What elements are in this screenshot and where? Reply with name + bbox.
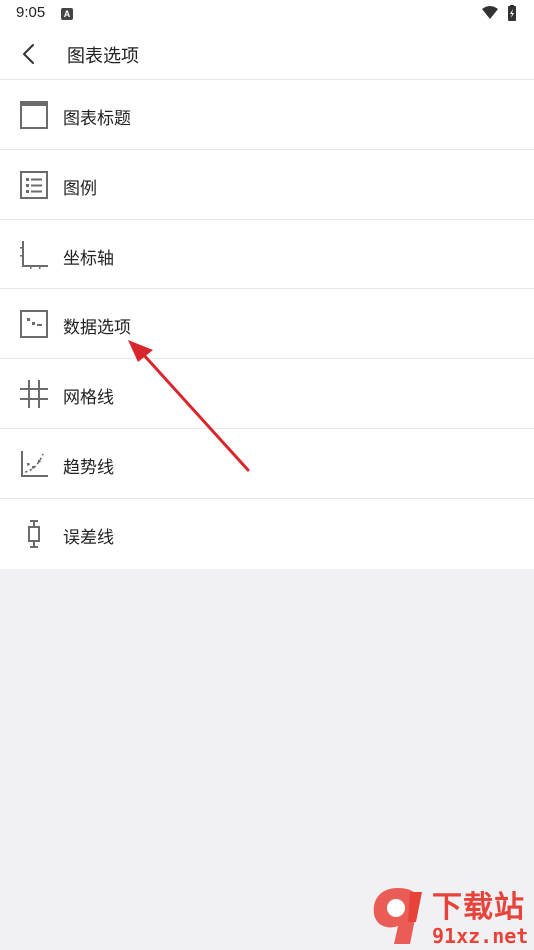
gridlines-icon (20, 380, 48, 409)
watermark: 下载站 91xz.net (360, 878, 534, 950)
chevron-left-icon (23, 44, 34, 64)
menu-item-error-bars[interactable]: 误差线 (0, 499, 534, 569)
watermark-brand-bottom: 91xz.net (432, 924, 529, 948)
brand-logo-icon (373, 888, 422, 944)
data-options-icon (20, 310, 48, 339)
menu-item-label: 趋势线 (63, 457, 114, 478)
menu-item-label: 图表标题 (63, 109, 131, 129)
menu-item-label: 误差线 (63, 527, 114, 548)
wifi-icon (482, 6, 498, 19)
watermark-brand-top: 下载站 (432, 890, 525, 925)
chart-title-icon (20, 101, 48, 129)
menu-item-legend[interactable]: 图例 (0, 150, 534, 220)
menu-item-trendline[interactable]: 趋势线 (0, 429, 534, 499)
page-title: 图表选项 (67, 46, 139, 67)
legend-list-icon (20, 170, 48, 199)
battery-charging-icon (508, 5, 516, 21)
menu-item-axis[interactable]: 坐标轴 (0, 220, 534, 290)
axis-icon (20, 240, 48, 269)
chart-options-list: 图表标题 图例 坐标轴 数据选项 网格线 趋势线 误差线 (0, 80, 534, 569)
status-time: 9:05 (16, 4, 46, 21)
status-icons (482, 5, 516, 21)
back-button[interactable] (14, 40, 44, 68)
app-bar: 图表选项 (0, 28, 534, 80)
menu-item-label: 图例 (63, 178, 97, 199)
menu-item-gridlines[interactable]: 网格线 (0, 359, 534, 429)
notification-badge: A (61, 8, 73, 20)
trendline-icon (21, 450, 48, 477)
menu-item-label: 坐标轴 (63, 248, 114, 269)
error-bar-icon (28, 519, 40, 548)
menu-item-label: 网格线 (63, 388, 114, 409)
menu-item-data-options[interactable]: 数据选项 (0, 289, 534, 360)
status-bar: 9:05 A (0, 0, 534, 28)
menu-item-label: 数据选项 (63, 318, 131, 339)
menu-item-chart-title[interactable]: 图表标题 (0, 80, 534, 150)
